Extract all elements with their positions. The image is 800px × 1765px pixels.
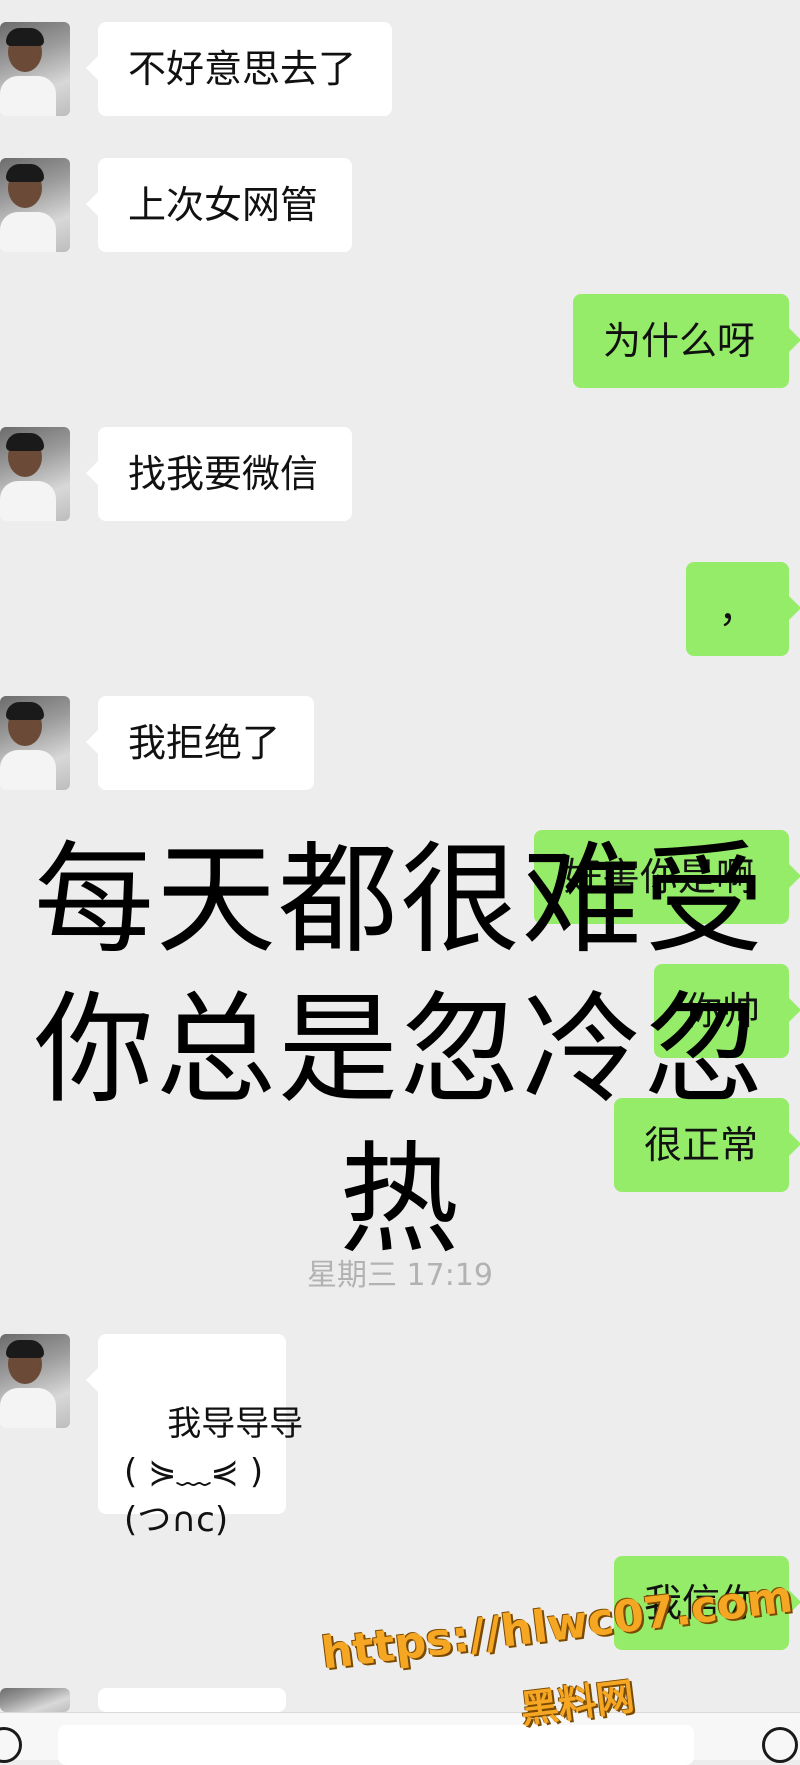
message-text: 很正常 — [644, 1123, 759, 1167]
message-text: 好害你是啊 — [564, 855, 755, 899]
outgoing-message-bubble[interactable]: 你帅 — [654, 964, 800, 1058]
incoming-message-bubble[interactable]: 我拒绝了 — [86, 696, 314, 790]
incoming-message-bubble[interactable]: 我导导导 ( ⋟﹏⋞ ) (つ∩c) — [86, 1334, 303, 1540]
message-row: 找我要微信 — [0, 427, 800, 521]
message-row: 很正常 — [0, 1098, 800, 1192]
input-bar — [0, 1712, 800, 1765]
message-text: 上次女网管 — [128, 183, 319, 227]
outgoing-message-bubble[interactable]: ， — [686, 562, 800, 656]
message-row: 我拒绝了 — [0, 696, 800, 790]
message-text: 为什么呀 — [603, 319, 756, 363]
message-row: 上次女网管 — [0, 158, 800, 252]
contact-avatar[interactable] — [0, 158, 70, 252]
contact-avatar[interactable] — [0, 22, 70, 116]
message-row: 好害你是啊 — [0, 830, 800, 924]
emoji-icon[interactable] — [762, 1727, 798, 1763]
message-row: 为什么呀 — [0, 294, 800, 388]
message-text: 你帅 — [684, 989, 761, 1033]
message-row: ， — [0, 562, 800, 656]
contact-avatar[interactable] — [0, 427, 70, 521]
message-input[interactable] — [58, 1725, 694, 1765]
message-text: 我导导导 ( ⋟﹏⋞ ) (つ∩c) — [124, 1404, 304, 1540]
incoming-message-bubble[interactable]: 上次女网管 — [86, 158, 352, 252]
incoming-message-bubble[interactable]: 不好意思去了 — [86, 22, 392, 116]
outgoing-message-bubble[interactable]: 好害你是啊 — [534, 830, 800, 924]
contact-avatar[interactable] — [0, 696, 70, 790]
message-row: 我导导导 ( ⋟﹏⋞ ) (つ∩c) — [0, 1334, 800, 1540]
message-text: 不好意思去了 — [128, 47, 357, 91]
contact-avatar[interactable] — [0, 1688, 70, 1712]
outgoing-message-bubble[interactable]: 很正常 — [614, 1098, 800, 1192]
message-text: 我拒绝了 — [128, 721, 281, 765]
message-text: 找我要微信 — [128, 452, 319, 496]
message-row: 不好意思去了 — [0, 22, 800, 116]
message-row: 你帅 — [0, 964, 800, 1058]
outgoing-message-bubble[interactable]: 为什么呀 — [573, 294, 800, 388]
message-text: ， — [718, 587, 757, 631]
contact-avatar[interactable] — [0, 1334, 70, 1428]
incoming-message-bubble[interactable]: 找我要微信 — [86, 427, 352, 521]
voice-icon[interactable] — [0, 1727, 22, 1763]
timestamp: 星期三 17:19 — [307, 1258, 493, 1293]
incoming-message-bubble[interactable] — [98, 1688, 286, 1712]
message-row — [0, 1688, 800, 1712]
